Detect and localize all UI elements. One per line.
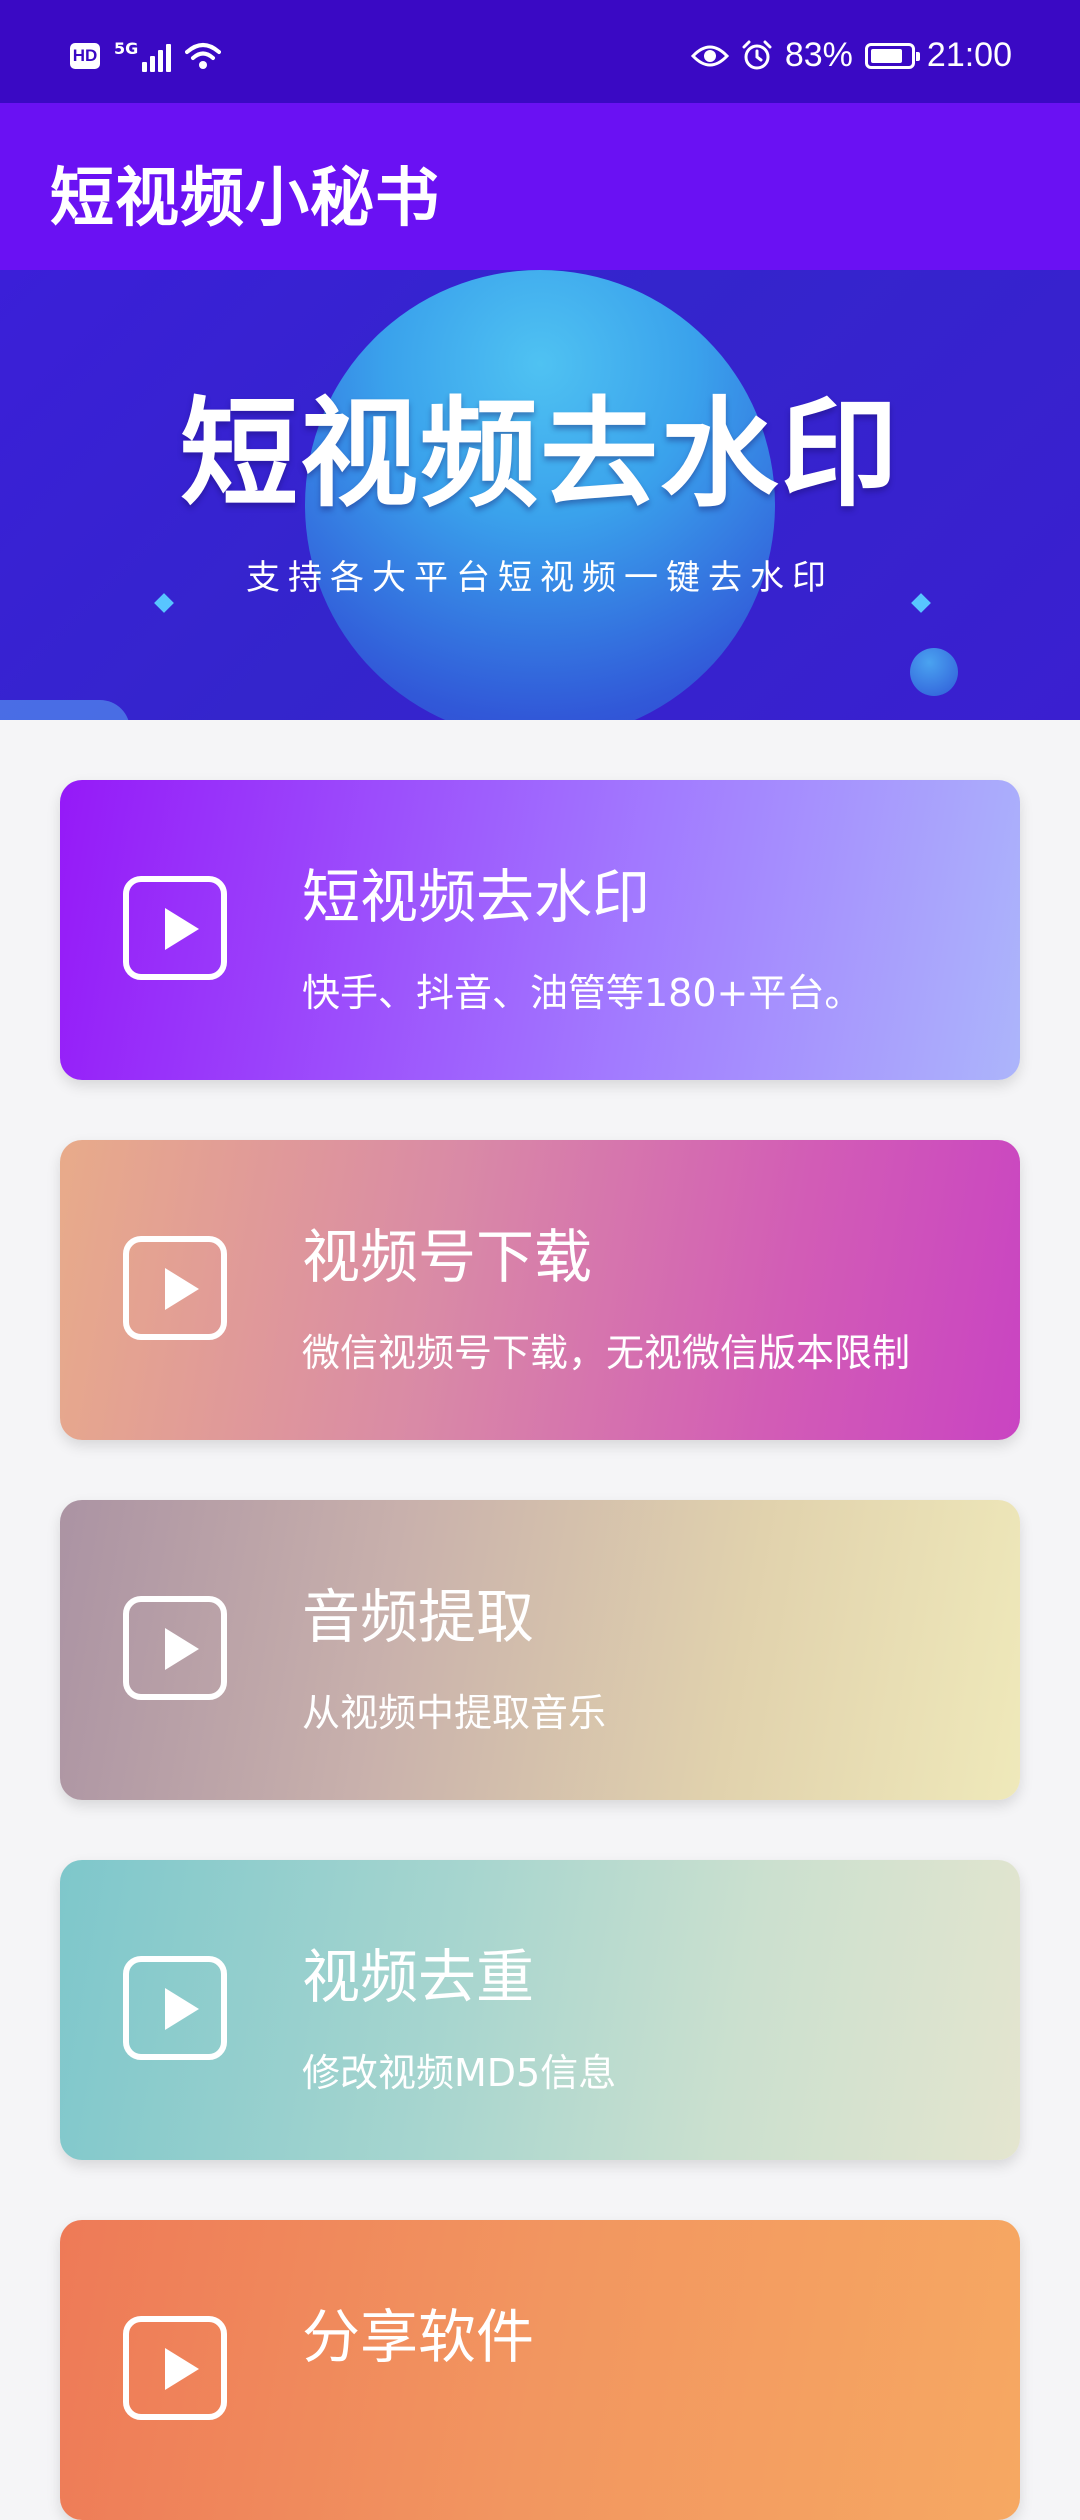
card-title: 分享软件 [302, 2303, 535, 2371]
feature-card-watermark-removal[interactable]: 短视频去水印 快手、抖音、油管等180+平台。 [60, 780, 1020, 1080]
feature-card-audio-extract[interactable]: 音频提取 从视频中提取音乐 [60, 1500, 1020, 1800]
app-title: 短视频小秘书 [50, 162, 440, 236]
card-description: 修改视频MD5信息 [302, 2051, 617, 2095]
card-description: 从视频中提取音乐 [302, 1691, 607, 1735]
eye-icon [690, 45, 729, 66]
status-bar: HD 5G 83% 21:00 [0, 0, 1080, 103]
banner-title: 短视频去水印 [179, 385, 900, 523]
feature-card-channels-download[interactable]: 视频号下载 微信视频号下载，无视微信版本限制 [60, 1140, 1020, 1440]
card-title: 视频去重 [302, 1943, 535, 2011]
status-right: 83% 21:00 [690, 36, 1012, 75]
card-title: 视频号下载 [302, 1223, 593, 1291]
app-bar: 短视频小秘书 [0, 103, 1080, 270]
battery-fill [870, 48, 903, 63]
play-icon [123, 1236, 227, 1340]
clock: 21:00 [926, 36, 1012, 74]
battery-icon [864, 42, 920, 69]
card-title: 音频提取 [302, 1583, 535, 1651]
card-description: 微信视频号下载，无视微信版本限制 [302, 1331, 911, 1375]
card-title: 短视频去水印 [302, 863, 651, 931]
wifi-icon [185, 43, 222, 69]
play-icon [123, 2316, 227, 2420]
battery-percent: 83% [784, 36, 853, 74]
feature-card-dedup[interactable]: 视频去重 修改视频MD5信息 [60, 1860, 1020, 2160]
play-icon [123, 1596, 227, 1700]
play-icon [123, 1956, 227, 2060]
card-description: 快手、抖音、油管等180+平台。 [302, 971, 863, 1015]
banner-dot-decoration [910, 648, 958, 696]
banner[interactable]: 短视频去水印 支持各大平台短视频一键去水印 [0, 270, 1080, 720]
alarm-icon [742, 40, 772, 69]
network-type: 5G [114, 39, 139, 58]
feature-card-share-app[interactable]: 分享软件 [60, 2220, 1020, 2520]
status-left: HD 5G [70, 39, 222, 72]
play-icon [123, 876, 227, 980]
hd-badge: HD [70, 43, 100, 69]
banner-subtitle: 支持各大平台短视频一键去水印 [246, 558, 834, 598]
banner-corner-decoration [0, 700, 130, 720]
signal-icon [142, 40, 172, 72]
